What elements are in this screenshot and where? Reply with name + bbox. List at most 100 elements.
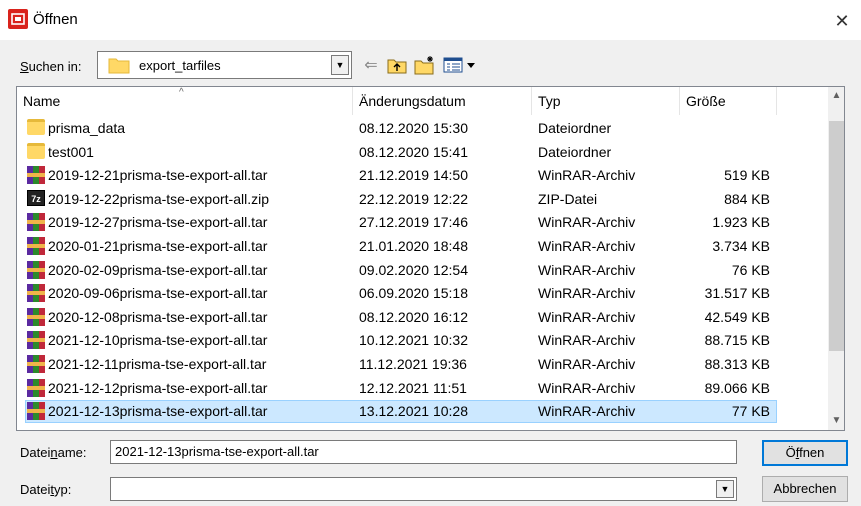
file-size: 1.923 KB [712, 214, 770, 231]
file-type: Dateiordner [538, 143, 612, 160]
new-folder-button[interactable] [412, 54, 438, 76]
file-size: 3.734 KB [712, 238, 770, 254]
chevron-down-icon: ▼ [335, 60, 345, 70]
file-name: 2019-12-21prisma-tse-export-all.tar [48, 167, 268, 184]
file-date: 08.12.2020 15:30 [359, 120, 468, 136]
file-name: 2019-12-22prisma-tse-export-all.zip [48, 190, 269, 207]
filename-input[interactable]: 2021-12-13prisma-tse-export-all.tar [110, 440, 737, 464]
app-icon [8, 9, 28, 29]
file-name: 2021-12-11prisma-tse-export-all.tar [48, 356, 267, 372]
file-row[interactable]: 7z 2019-12-22prisma-tse-export-all.zip 22.… [17, 188, 828, 211]
look-in-combobox[interactable]: export_tarfiles ▼ [97, 51, 352, 79]
file-size: 88.715 KB [704, 332, 770, 349]
winrar-icon [27, 307, 45, 331]
folder-icon [27, 119, 45, 142]
file-name: 2021-12-12prisma-tse-export-all.tar [48, 379, 268, 396]
file-row[interactable]: 2020-09-06prisma-tse-export-all.tar 06.09… [17, 282, 828, 305]
file-type: WinRAR-Archiv [538, 214, 636, 231]
file-list-header: Name ^ Änderungsdatum Typ Größe [17, 87, 828, 115]
file-date: 11.12.2021 19:36 [359, 356, 467, 372]
file-row[interactable]: 2021-12-11prisma-tse-export-all.tar 11.12… [17, 353, 828, 376]
file-row[interactable]: test001 08.12.2020 15:41 Dateiordner [17, 141, 828, 164]
file-date: 08.12.2020 15:41 [359, 143, 468, 160]
file-date: 09.02.2020 12:54 [359, 261, 468, 278]
scroll-down-icon[interactable]: ▼ [828, 412, 844, 429]
file-date: 27.12.2019 17:46 [359, 214, 468, 231]
up-folder-icon [387, 59, 407, 74]
column-header-name[interactable]: Name [17, 87, 353, 115]
file-row[interactable]: 2020-01-21prisma-tse-export-all.tar 21.01… [17, 235, 828, 258]
zip-icon: 7z [27, 189, 45, 213]
file-date: 06.09.2020 15:18 [359, 285, 468, 302]
file-type: WinRAR-Archiv [538, 167, 636, 184]
file-size [680, 117, 770, 140]
file-name: 2021-12-10prisma-tse-export-all.tar [48, 332, 268, 349]
file-name: 2019-12-27prisma-tse-export-all.tar [48, 214, 268, 231]
close-button[interactable]: ✕ [826, 8, 858, 34]
column-header-size[interactable]: Größe [680, 87, 777, 115]
window-title: Öffnen [33, 11, 78, 28]
file-row[interactable]: prisma_data 08.12.2020 15:30 Dateiordner [17, 117, 828, 140]
file-name: test001 [48, 143, 94, 160]
folder-icon [27, 142, 45, 166]
winrar-icon [27, 355, 45, 378]
folder-icon [108, 58, 130, 74]
look-in-dropdown-button[interactable]: ▼ [331, 55, 349, 75]
file-type: ZIP-Datei [538, 190, 598, 207]
file-size: 42.549 KB [704, 308, 770, 325]
file-row[interactable]: 2021-12-13prisma-tse-export-all.tar 13.12… [17, 400, 828, 425]
column-header-type[interactable]: Typ [532, 87, 680, 115]
file-name: 2021-12-13prisma-tse-export-all.tar [48, 403, 268, 420]
winrar-icon [27, 402, 45, 425]
winrar-icon [27, 237, 45, 260]
filename-label: Dateiname: [20, 445, 87, 460]
file-row[interactable]: 2020-12-08prisma-tse-export-all.tar 08.12… [17, 306, 828, 329]
file-type: WinRAR-Archiv [538, 332, 636, 349]
file-list[interactable]: Name ^ Änderungsdatum Typ Größe prisma_d… [16, 86, 845, 431]
winrar-icon [27, 284, 45, 307]
file-row[interactable]: 2021-12-12prisma-tse-export-all.tar 12.12… [17, 377, 828, 400]
file-type: WinRAR-Archiv [538, 356, 636, 372]
filetype-combobox[interactable]: ▼ [110, 477, 737, 501]
file-size: 76 KB [731, 261, 770, 278]
dialog-body: Suchen in: export_tarfiles ▼ ⇐ Name ^ Än… [0, 40, 861, 506]
new-folder-icon [414, 56, 434, 75]
file-row[interactable]: 2021-12-10prisma-tse-export-all.tar 10.12… [17, 329, 828, 352]
view-menu-button[interactable] [443, 54, 477, 76]
file-size: 77 KB [731, 403, 770, 420]
column-header-date[interactable]: Änderungsdatum [353, 87, 532, 115]
file-date: 13.12.2021 10:28 [359, 403, 468, 420]
winrar-icon [27, 166, 45, 189]
close-icon: ✕ [834, 10, 850, 31]
cancel-button[interactable]: Abbrechen [762, 476, 848, 502]
title-bar: Öffnen ✕ [0, 0, 861, 40]
file-date: 08.12.2020 16:12 [359, 308, 468, 325]
file-row[interactable]: 2019-12-21prisma-tse-export-all.tar 21.12… [17, 164, 828, 187]
file-row[interactable]: 2019-12-27prisma-tse-export-all.tar 27.12… [17, 211, 828, 234]
winrar-icon [27, 331, 45, 354]
file-date: 10.12.2021 10:32 [359, 332, 468, 349]
open-button[interactable]: Öffnen [762, 440, 848, 466]
up-folder-button[interactable] [385, 54, 409, 76]
file-type: WinRAR-Archiv [538, 379, 636, 396]
file-size: 89.066 KB [704, 379, 770, 396]
file-date: 12.12.2021 11:51 [359, 379, 467, 396]
winrar-icon [27, 378, 45, 402]
file-row[interactable]: 2020-02-09prisma-tse-export-all.tar 09.02… [17, 259, 828, 282]
filetype-dropdown-button[interactable]: ▼ [716, 480, 734, 498]
back-button[interactable]: ⇐ [360, 54, 382, 76]
file-type: Dateiordner [538, 120, 612, 136]
file-type: WinRAR-Archiv [538, 261, 636, 278]
sort-ascending-icon: ^ [179, 87, 184, 98]
scroll-up-icon[interactable]: ▲ [828, 87, 844, 104]
back-arrow-icon: ⇐ [364, 57, 378, 74]
chevron-down-icon: ▼ [720, 484, 730, 494]
view-list-icon [443, 57, 475, 73]
file-date: 21.01.2020 18:48 [359, 238, 468, 254]
winrar-icon [27, 260, 45, 284]
scroll-thumb[interactable] [829, 121, 844, 351]
file-name: 2020-02-09prisma-tse-export-all.tar [48, 261, 268, 278]
look-in-label: Suchen in: [20, 59, 82, 74]
vertical-scrollbar[interactable]: ▲ ▼ [828, 87, 844, 430]
file-type: WinRAR-Archiv [538, 403, 636, 420]
